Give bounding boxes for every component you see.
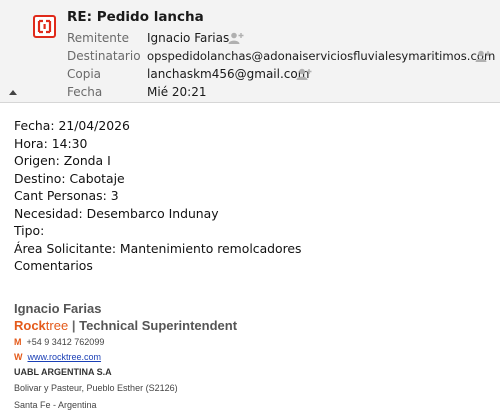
date-label: Fecha (67, 85, 103, 99)
phone-letter: M (14, 337, 22, 347)
message-subject: RE: Pedido lancha (67, 9, 204, 25)
message-body: Fecha: 21/04/2026 Hora: 14:30 Origen: Zond… (14, 117, 302, 275)
body-line: Necesidad: Desembarco Indunay (14, 205, 219, 221)
signature-company-line: Rocktree | Technical Superintendent (14, 318, 237, 333)
signature-phone: +54 9 3412 762099 (26, 337, 105, 347)
body-line: Área Solicitante: Mantenimiento remolcad… (14, 240, 302, 256)
web-letter: W (14, 352, 23, 362)
sender-label: Remitente (67, 31, 129, 45)
body-line: Cant Personas: 3 (14, 188, 119, 203)
signature-city: Santa Fe - Argentina (14, 400, 97, 410)
date-value: Mié 20:21 (147, 85, 207, 99)
body-line: Tipo: (14, 223, 45, 238)
signature-company: UABL ARGENTINA S.A (14, 367, 112, 377)
collapse-triangle-icon[interactable] (9, 90, 17, 95)
signature-name: Ignacio Farias (14, 301, 102, 316)
sender-value[interactable]: Ignacio Farias (147, 31, 229, 45)
cc-value[interactable]: lanchaskm456@gmail.com (147, 67, 309, 81)
cc-label: Copia (67, 67, 102, 81)
body-line: Origen: Zonda I (14, 153, 111, 168)
signature-role: Technical Superintendent (79, 318, 238, 333)
signature-phone-line: M +54 9 3412 762099 (14, 337, 104, 347)
signature-web-link[interactable]: www.rocktree.com (28, 352, 102, 362)
body-line: Fecha: 21/04/2026 (14, 118, 130, 133)
brand-secondary: tree (45, 318, 69, 333)
recipient-value[interactable]: opspedidolanchas@adonaiserviciosfluviale… (147, 49, 495, 63)
body-line: Comentarios (14, 258, 93, 273)
brand-primary: Rock (14, 318, 46, 333)
person-add-icon[interactable] (475, 50, 491, 62)
person-add-icon[interactable] (296, 68, 312, 80)
body-line: Hora: 14:30 (14, 135, 88, 151)
signature-separator: | (71, 318, 76, 333)
recipient-label: Destinatario (67, 49, 141, 63)
body-line: Destino: Cabotaje (14, 170, 125, 186)
signature-address: Bolivar y Pasteur, Pueblo Esther (S2126) (14, 383, 178, 393)
message-header: RE: Pedido lancha Remitente Ignacio Fari… (0, 0, 500, 103)
person-add-icon[interactable] (228, 32, 244, 44)
signature-web-line: Wwww.rocktree.com (14, 352, 101, 362)
app-logo-icon (33, 15, 56, 38)
